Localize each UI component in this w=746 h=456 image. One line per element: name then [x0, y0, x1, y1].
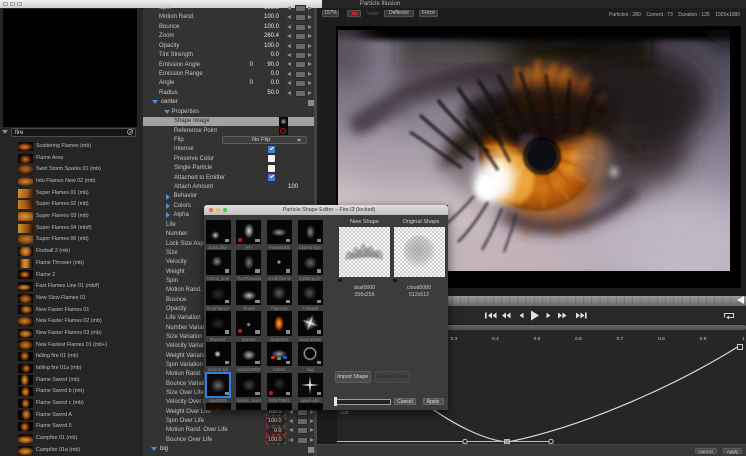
- svg-text:-100: -100: [339, 410, 349, 416]
